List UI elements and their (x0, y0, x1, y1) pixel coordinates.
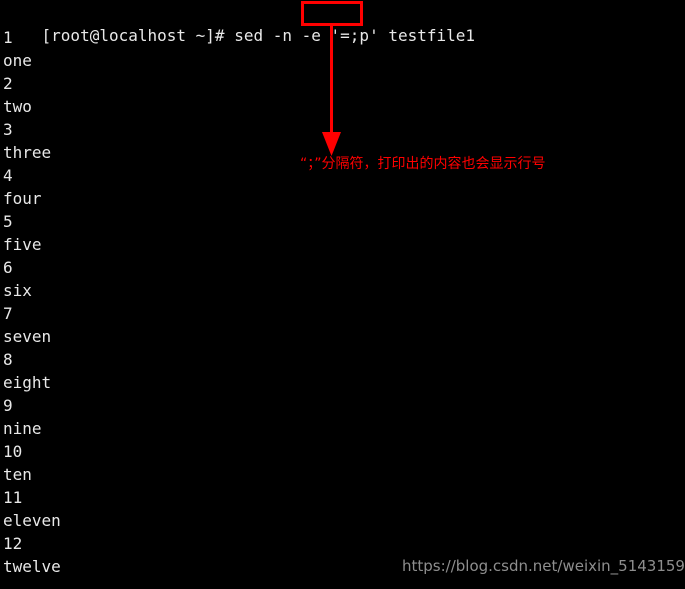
output-line: seven (3, 327, 52, 346)
prompt-user-host: [root@localhost ~]# (41, 26, 225, 45)
output-line: 10 (3, 442, 23, 461)
output-line: twelve (3, 557, 61, 576)
output-line: nine (3, 419, 42, 438)
output-line: 9 (3, 396, 13, 415)
output-line: two (3, 97, 32, 116)
output-line: 11 (3, 488, 23, 507)
output-line: 6 (3, 258, 13, 277)
output-line: 1 (3, 28, 13, 47)
command-prompt-line: [root@localhost ~]# sed -n -e '=;p' test… (3, 1, 476, 45)
output-line: three (3, 143, 52, 162)
output-line: 3 (3, 120, 13, 139)
output-line: 12 (3, 534, 23, 553)
output-line: eight (3, 373, 52, 392)
output-line: 4 (3, 166, 13, 185)
output-line: ten (3, 465, 32, 484)
output-line: four (3, 189, 42, 208)
highlighted-sed-expression: '=;p' (330, 26, 379, 45)
output-line: one (3, 51, 32, 70)
output-line: five (3, 235, 42, 254)
watermark-url: https://blog.csdn.net/weixin_51431591 (402, 557, 685, 575)
output-line: 2 (3, 74, 13, 93)
output-line: eleven (3, 511, 61, 530)
annotation-label: “；”分隔符，打印出的内容也会显示行号 (300, 156, 546, 172)
output-line: six (3, 281, 32, 300)
output-line: 8 (3, 350, 13, 369)
command-text-before: sed -n -e (224, 26, 331, 45)
terminal-window: [root@localhost ~]# sed -n -e '=;p' test… (0, 0, 685, 589)
command-filename-argument: testfile1 (388, 26, 476, 45)
command-spacer (379, 26, 389, 45)
output-line: 7 (3, 304, 13, 323)
output-line: 5 (3, 212, 13, 231)
